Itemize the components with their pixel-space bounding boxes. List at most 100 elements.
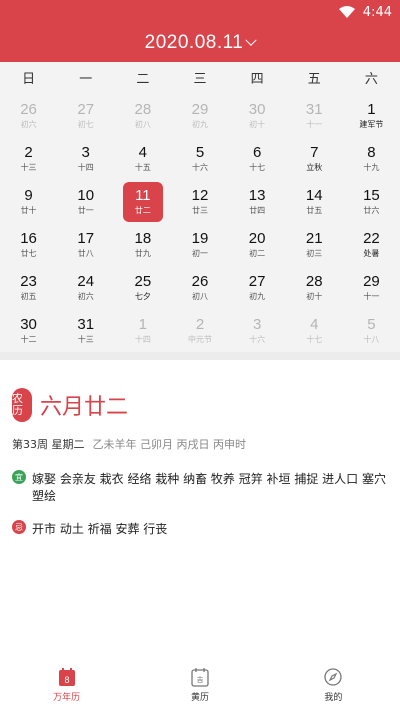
day-number: 5 <box>367 315 376 333</box>
calendar-day[interactable]: 31 十三 <box>57 309 114 352</box>
lunar-day-label: 初十 <box>249 119 266 129</box>
day-number: 19 <box>191 229 209 247</box>
calendar-day[interactable]: 4 十五 <box>114 137 171 180</box>
calendar-day[interactable]: 19 初一 <box>171 223 228 266</box>
calendar-day[interactable]: 3 十六 <box>229 309 286 352</box>
calendar-day[interactable]: 20 初二 <box>229 223 286 266</box>
lunar-day-label: 十六 <box>191 162 208 172</box>
calendar-day[interactable]: 2 十三 <box>0 137 57 180</box>
calendar-day[interactable]: 12 廿三 <box>171 180 228 223</box>
lunar-day-label: 十六 <box>249 334 266 344</box>
calendar-day[interactable]: 5 十八 <box>343 309 400 352</box>
date-header[interactable]: 2020.08.11 <box>0 24 400 62</box>
calendar-day[interactable]: 2 中元节 <box>171 309 228 352</box>
lunar-day-label: 十九 <box>363 162 380 172</box>
calendar-day[interactable]: 26 初六 <box>0 94 57 137</box>
date-info-line: 第33周 星期二 乙未羊年 己卯月 丙戌日 丙申时 <box>12 436 388 452</box>
calendar-day[interactable]: 21 初三 <box>286 223 343 266</box>
lunar-day-label: 初五 <box>20 291 37 301</box>
day-number: 27 <box>248 272 266 290</box>
lunar-badge: 农历 <box>12 388 32 422</box>
lunar-day-label: 十四 <box>134 334 151 344</box>
day-number: 30 <box>248 100 266 118</box>
calendar-day[interactable]: 9 廿十 <box>0 180 57 223</box>
calendar-day[interactable]: 6 十七 <box>229 137 286 180</box>
calendar-day[interactable]: 30 十二 <box>0 309 57 352</box>
lunar-day-label: 廿六 <box>363 205 380 215</box>
day-number: 10 <box>77 186 95 204</box>
day-number: 17 <box>77 229 95 247</box>
current-date-title[interactable]: 2020.08.11 <box>145 32 244 54</box>
calendar-day[interactable]: 26 初八 <box>171 266 228 309</box>
calendar-day[interactable]: 29 初九 <box>171 94 228 137</box>
lunar-day-label: 初九 <box>249 291 266 301</box>
day-number: 31 <box>305 100 323 118</box>
calendar-day[interactable]: 17 廿八 <box>57 223 114 266</box>
calendar-day[interactable]: 27 初九 <box>229 266 286 309</box>
calendar-day[interactable]: 1 十四 <box>114 309 171 352</box>
calendar-day[interactable]: 25 七夕 <box>114 266 171 309</box>
lunar-day-label: 十三 <box>77 334 94 344</box>
lunar-day-label: 廿七 <box>20 248 37 258</box>
ganzhi-info: 乙未羊年 己卯月 丙戌日 丙申时 <box>92 438 247 451</box>
day-number: 7 <box>310 143 319 161</box>
lunar-day-label: 十一 <box>363 291 380 301</box>
calendar-day[interactable]: 4 十七 <box>286 309 343 352</box>
calendar-day[interactable]: 23 初五 <box>0 266 57 309</box>
calendar-day[interactable]: 14 廿五 <box>286 180 343 223</box>
lunar-day-label: 初八 <box>191 291 208 301</box>
calendar-day[interactable]: 5 十六 <box>171 137 228 180</box>
lunar-day-label: 初六 <box>77 291 94 301</box>
calendar-icon-number: 8 <box>64 675 69 685</box>
calendar-day[interactable]: 28 初十 <box>286 266 343 309</box>
calendar-day[interactable]: 22 处暑 <box>343 223 400 266</box>
calendar-day[interactable]: 27 初七 <box>57 94 114 137</box>
lunar-day-label: 初七 <box>77 119 94 129</box>
calendar-day[interactable]: 1 建军节 <box>343 94 400 137</box>
calendar-day[interactable]: 31 十一 <box>286 94 343 137</box>
day-number: 23 <box>20 272 37 290</box>
calendar-day[interactable]: 3 十四 <box>57 137 114 180</box>
weekday-label: 四 <box>250 71 264 87</box>
calendar-day[interactable]: 29 十一 <box>343 266 400 309</box>
calendar-day[interactable]: 10 廿一 <box>57 180 114 223</box>
day-number: 27 <box>77 100 95 118</box>
calendar-day-selected[interactable]: 11 廿二 <box>114 180 171 223</box>
ji-icon: 忌 <box>12 520 26 534</box>
calendar-day[interactable]: 13 廿四 <box>229 180 286 223</box>
lunar-day-label: 廿十 <box>20 205 37 215</box>
day-number: 1 <box>367 100 376 118</box>
day-number: 5 <box>195 143 205 161</box>
day-number: 9 <box>24 186 33 204</box>
weekday-label: 三 <box>193 71 207 87</box>
lunar-day-label: 初十 <box>306 291 323 301</box>
calendar-day[interactable]: 15 廿六 <box>343 180 400 223</box>
tab-mine[interactable]: 我的 <box>267 660 400 710</box>
tab-label: 黄历 <box>190 693 209 703</box>
day-number: 25 <box>134 272 152 290</box>
lunar-date-row: 农历 六月廿二 <box>12 388 388 422</box>
tab-calendar[interactable]: 8 万年历 <box>0 660 133 710</box>
calendar-day[interactable]: 7 立秋 <box>286 137 343 180</box>
calendar-icon: 8 <box>57 667 77 687</box>
calendar-day[interactable]: 16 廿七 <box>0 223 57 266</box>
day-number: 3 <box>81 143 90 161</box>
lunar-badge-text: 农历 <box>12 392 23 417</box>
calendar-day[interactable]: 30 初十 <box>229 94 286 137</box>
tab-label: 万年历 <box>53 693 81 703</box>
day-number: 3 <box>252 315 262 333</box>
day-number: 4 <box>138 143 148 161</box>
calendar-day[interactable]: 18 廿九 <box>114 223 171 266</box>
tab-almanac[interactable]: 吉 黄历 <box>133 660 266 710</box>
day-number: 26 <box>20 100 37 118</box>
calendar-day[interactable]: 28 初八 <box>114 94 171 137</box>
lunar-day-label: 廿九 <box>134 248 151 258</box>
inauspicious-activities: 开市 动土 祈福 安葬 行丧 <box>32 522 168 536</box>
weekday-label: 五 <box>307 71 321 87</box>
tab-label: 我的 <box>324 693 343 703</box>
calendar-day[interactable]: 24 初六 <box>57 266 114 309</box>
lunar-day-label: 中元节 <box>187 334 212 344</box>
calendar-day[interactable]: 8 十九 <box>343 137 400 180</box>
chevron-down-icon[interactable] <box>245 34 258 46</box>
lunar-day-label: 初二 <box>249 248 266 258</box>
